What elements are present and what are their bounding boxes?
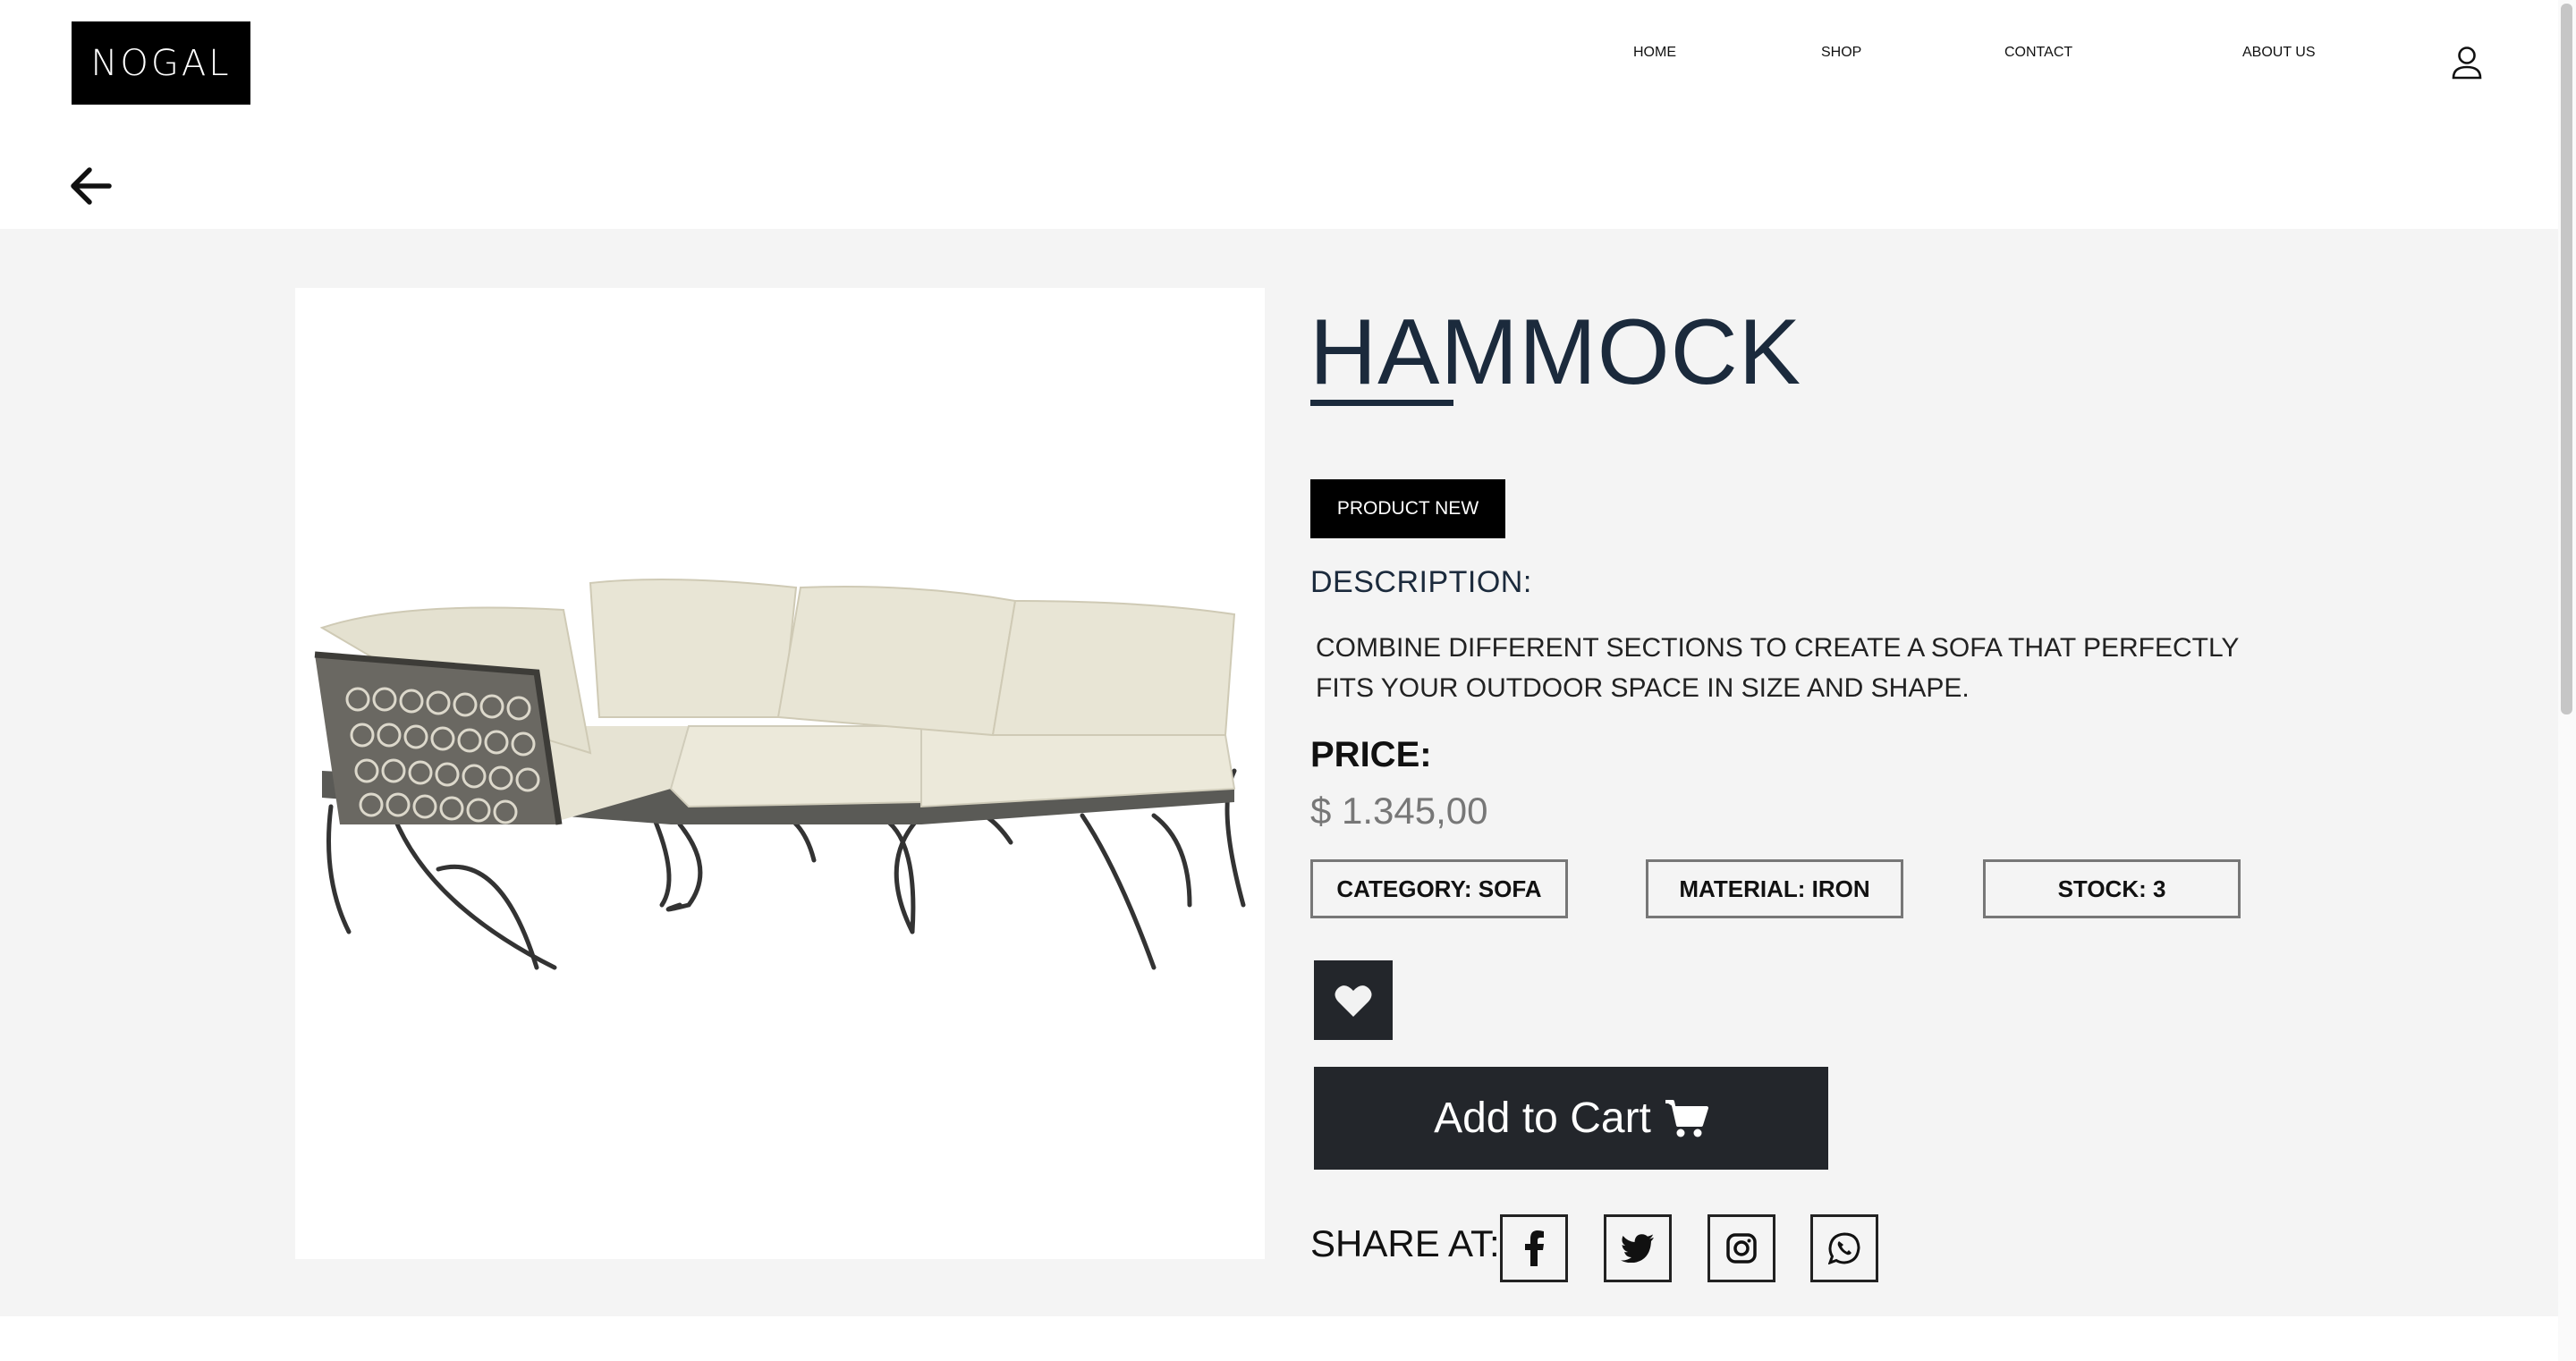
status-badge: PRODUCT NEW (1310, 479, 1505, 538)
logo[interactable]: NOGAL (72, 21, 250, 105)
whatsapp-icon (1828, 1232, 1860, 1264)
share-twitter-button[interactable] (1604, 1214, 1672, 1282)
footer (0, 1316, 2558, 1361)
favorite-button[interactable] (1314, 960, 1393, 1040)
shopping-cart-icon (1665, 1099, 1708, 1137)
instagram-icon (1726, 1233, 1757, 1264)
product-title: HAMMOCK (1309, 300, 1802, 404)
share-instagram-button[interactable] (1707, 1214, 1775, 1282)
price-label: PRICE: (1310, 735, 1432, 774)
add-to-cart-label: Add to Cart (1434, 1095, 1651, 1142)
sub-toolbar (0, 128, 2558, 229)
nav-shop[interactable]: SHOP (1821, 45, 1861, 80)
corner-sofa-photo (314, 579, 1246, 970)
facebook-icon (1525, 1230, 1544, 1266)
nav-contact[interactable]: CONTACT (2004, 45, 2072, 80)
category-tag: CATEGORY: SOFA (1310, 859, 1568, 918)
user-icon[interactable] (2451, 45, 2483, 80)
product-image (295, 288, 1265, 1259)
twitter-icon (1621, 1234, 1654, 1263)
share-label: SHARE AT: (1310, 1222, 1500, 1264)
nav-home[interactable]: HOME (1633, 45, 1676, 80)
scrollbar-thumb[interactable] (2561, 4, 2572, 714)
price-value: $ 1.345,00 (1310, 790, 1488, 832)
share-facebook-button[interactable] (1500, 1214, 1568, 1282)
add-to-cart-button[interactable]: Add to Cart (1314, 1067, 1828, 1170)
site-header: NOGAL HOME SHOP CONTACT ABOUT US (0, 0, 2558, 128)
stock-tag: STOCK: 3 (1983, 859, 2241, 918)
description-text: COMBINE DIFFERENT SECTIONS TO CREATE A S… (1316, 633, 2239, 703)
heart-icon (1335, 985, 1372, 1017)
description-label: DESCRIPTION: (1310, 565, 1532, 599)
nav-about-us[interactable]: ABOUT US (2242, 45, 2316, 80)
arrow-left-icon[interactable] (70, 166, 113, 206)
title-underline (1310, 400, 1453, 406)
share-whatsapp-button[interactable] (1810, 1214, 1878, 1282)
material-tag: MATERIAL: IRON (1646, 859, 1903, 918)
